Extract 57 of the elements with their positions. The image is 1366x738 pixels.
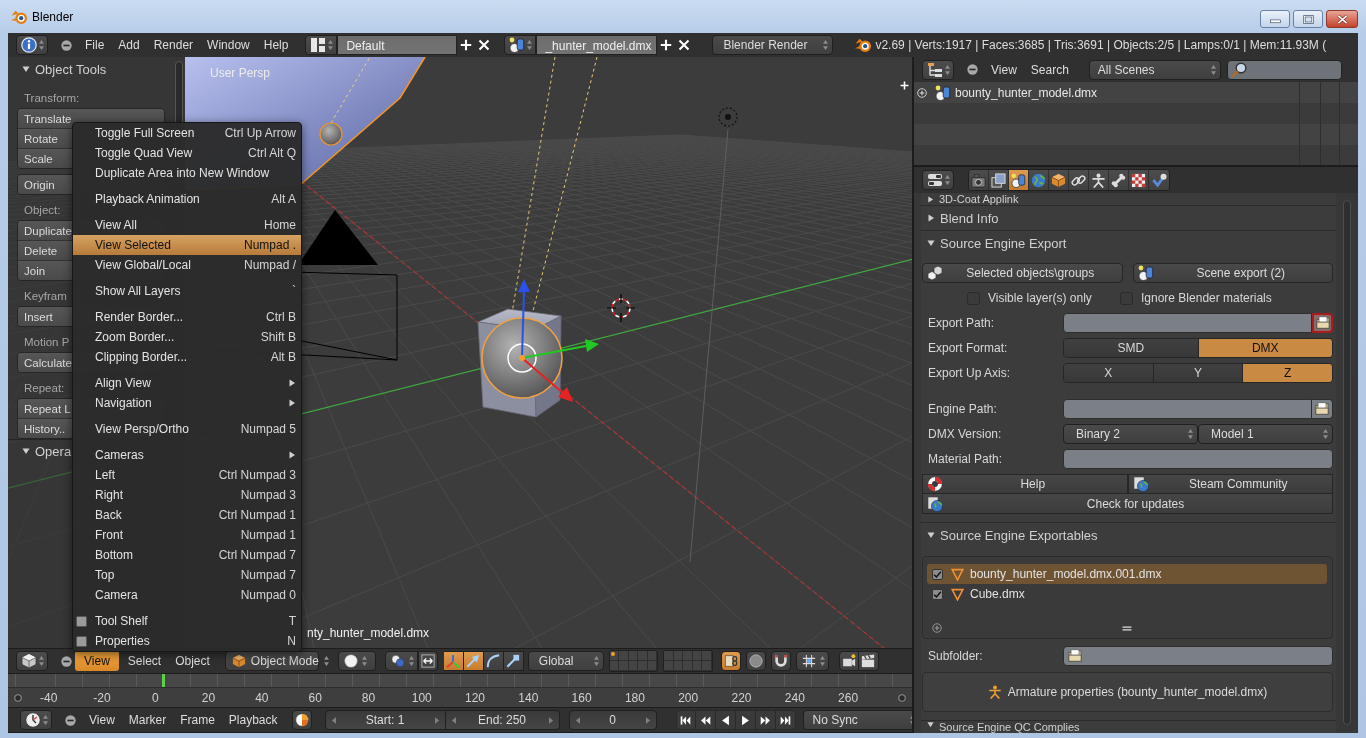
shortcut-label: Numpad 3 (240, 488, 296, 502)
section-label: Keyfram (23, 289, 67, 304)
field-label: Material Path: (928, 452, 1004, 466)
shortcut-label: ` (292, 284, 296, 298)
frame-label: 80 (361, 690, 376, 705)
shortcut-label: Ctrl Numpad 7 (218, 548, 296, 562)
frame-label: 100 (411, 690, 432, 705)
checkbox-label: Ignore Blender materials (1141, 291, 1272, 305)
field-label: Subfolder: (928, 649, 984, 663)
section-label: Transform: (23, 91, 80, 106)
shortcut-label: Home (264, 218, 296, 232)
frame-label: 120 (465, 690, 486, 705)
frame-label: 200 (678, 690, 699, 705)
frame-label: 20 (201, 690, 216, 705)
shortcut-label: Numpad 0 (240, 588, 296, 602)
frame-label: 140 (518, 690, 539, 705)
list-item-label: bounty_hunter_model.dmx.001.dmx (970, 567, 1162, 581)
shortcut-label: Ctrl Up Arrow (224, 126, 296, 140)
field-label: Export Format: (928, 341, 1009, 355)
frame-label: 220 (731, 690, 752, 705)
shortcut-label: Numpad . (243, 238, 296, 252)
shortcut-label: T (288, 614, 296, 628)
shortcut-label: Ctrl Numpad 1 (218, 508, 296, 522)
window-title: Blender (32, 9, 74, 24)
shortcut-label: Ctrl B (266, 310, 296, 324)
checkbox-label: Visible layer(s) only (988, 291, 1092, 305)
field-label: Engine Path: (928, 402, 998, 416)
frame-label: 40 (255, 690, 269, 705)
frame-label: 260 (838, 690, 859, 705)
shortcut-label: Alt A (271, 192, 296, 206)
shortcut-label: Ctrl Alt Q (248, 146, 296, 160)
view-name: User Persp (210, 66, 271, 80)
shortcut-label: Numpad 5 (240, 422, 296, 436)
frame-label: 0 (151, 690, 159, 705)
section-label: Object: (23, 203, 61, 218)
shortcut-label: N (287, 634, 296, 648)
field-label: DMX Version: (928, 427, 1003, 441)
field-label: Export Path: (928, 316, 996, 330)
shortcut-label: Numpad / (243, 258, 296, 272)
section-label: Repeat: (23, 381, 65, 396)
shortcut-label: Alt B (270, 350, 296, 364)
frame-label: -40 (39, 690, 58, 705)
frame-label: 160 (571, 690, 592, 705)
frame-label: 60 (308, 690, 322, 705)
section-label: Motion P (23, 335, 70, 350)
object-name: nty_hunter_model.dmx (307, 626, 430, 640)
scene-stats: v2.69 | Verts:1917 | Faces:3685 | Tris:3691 | Objects:2/5 | Lamps:0/1 | Mem:11.93M ( (875, 38, 1327, 52)
armature-title: Armature properties (bounty_hunter_model.dmx) (1007, 685, 1268, 699)
shortcut-label: Numpad 1 (240, 528, 296, 542)
frame-label: -20 (93, 690, 111, 705)
list-item-label: Cube.dmx (970, 587, 1025, 601)
frame-label: 180 (624, 690, 645, 705)
shortcut-label: Numpad 7 (240, 568, 296, 582)
shortcut-label: Ctrl Numpad 3 (218, 468, 296, 482)
frame-label: 240 (784, 690, 805, 705)
field-label: Export Up Axis: (928, 366, 1012, 380)
shortcut-label: Shift B (260, 330, 296, 344)
